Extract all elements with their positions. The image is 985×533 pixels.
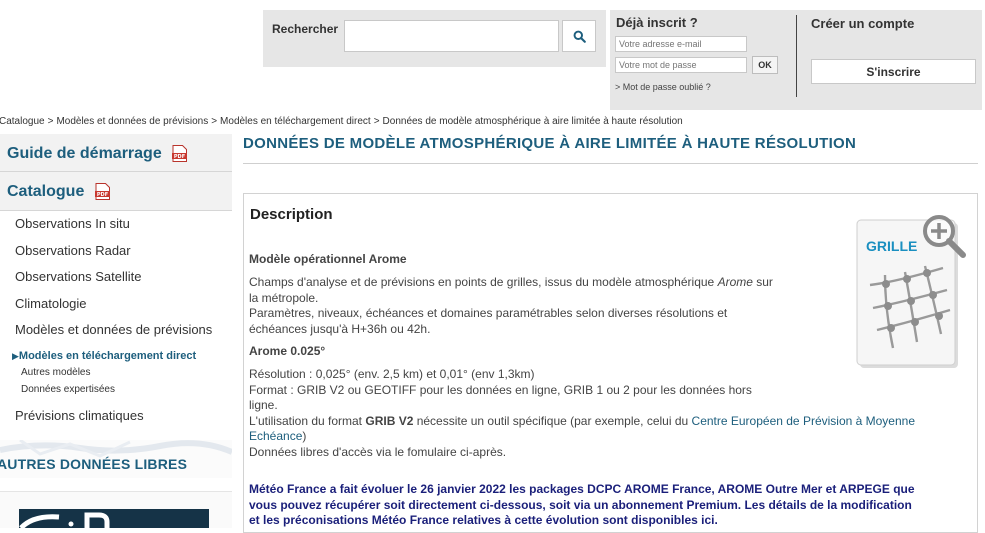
sidebar: Guide de démarrage PDF Catalogue PDF Obs… [0, 134, 232, 429]
breadcrumb-modeles[interactable]: Modèles et données de prévisions [56, 116, 208, 127]
sidebar-list: Observations In situ Observations Radar … [0, 211, 232, 429]
sidebar-guide[interactable]: Guide de démarrage PDF [0, 134, 232, 172]
libres-section: AUTRES DONNÉES LIBRES [0, 440, 232, 478]
title-divider [243, 163, 978, 164]
sidebar-active-label: Modèles en téléchargement direct [18, 349, 197, 362]
svg-text:PDF: PDF [97, 192, 108, 198]
sidebar-item-telechargement-direct[interactable]: ▶Modèles en téléchargement direct [0, 348, 232, 365]
breadcrumb-separator: > [47, 116, 54, 127]
login-title: Déjà inscrit ? [616, 15, 698, 30]
pdf-icon[interactable]: PDF [94, 183, 110, 201]
forgot-password-link[interactable]: > Mot de passe oublié ? [615, 82, 711, 92]
sidebar-item-in-situ[interactable]: Observations In situ [0, 211, 232, 238]
sidebar-catalogue[interactable]: Catalogue PDF [0, 172, 232, 211]
catalogue-label: Catalogue [7, 183, 85, 200]
promo-logo [19, 512, 110, 528]
promo-banner[interactable] [0, 491, 232, 528]
breadcrumb-separator: > [373, 116, 380, 127]
breadcrumb: Catalogue > Modèles et données de prévisio… [0, 116, 683, 127]
search-panel: Rechercher [263, 10, 606, 67]
search-input[interactable] [344, 20, 559, 52]
sidebar-subitem-autres-modeles[interactable]: Autres modèles [0, 365, 232, 382]
libres-title: AUTRES DONNÉES LIBRES [0, 456, 188, 472]
search-button[interactable] [562, 20, 596, 52]
ecmwf-link[interactable]: Centre Européen de Prévision à Moyenne [692, 414, 915, 428]
login-divider [796, 15, 797, 97]
description-title: Description [250, 206, 333, 223]
sidebar-subitem-donnees-expertisees[interactable]: Données expertisées [0, 382, 232, 399]
breadcrumb-separator: > [211, 116, 218, 127]
pdf-icon[interactable]: PDF [172, 145, 188, 163]
login-panel: Déjà inscrit ? OK > Mot de passe oublié … [610, 10, 982, 110]
login-ok-button[interactable]: OK [752, 56, 778, 74]
description-panel: Description Modèle opérationnel Arome Ch… [243, 193, 978, 533]
sidebar-item-radar[interactable]: Observations Radar [0, 238, 232, 265]
evolution-notice: Météo France a fait évoluer le 26 janvie… [249, 482, 915, 527]
search-label: Rechercher [272, 22, 339, 36]
breadcrumb-current: Données de modèle atmosphérique à aire l… [382, 116, 683, 127]
arome-heading: Arome 0.025° [249, 344, 326, 358]
sidebar-item-previsions-climatiques[interactable]: Prévisions climatiques [0, 403, 232, 429]
signup-button[interactable]: S'inscrire [811, 59, 976, 84]
page-title: DONNÉES DE MODÈLE ATMOSPHÉRIQUE À AIRE L… [243, 135, 857, 152]
model-paragraph: Champs d'analyse et de prévisions en poi… [249, 275, 773, 336]
breadcrumb-telechargement[interactable]: Modèles en téléchargement direct [220, 116, 371, 127]
create-account-title: Créer un compte [811, 16, 915, 31]
grille-label: GRILLE [866, 238, 917, 254]
ecmwf-link-cont[interactable]: Echéance [249, 429, 302, 443]
promo-image [19, 509, 209, 528]
grille-thumbnail[interactable]: GRILLE [855, 210, 971, 374]
sidebar-item-climatologie[interactable]: Climatologie [0, 291, 232, 318]
search-icon [573, 30, 586, 43]
guide-label: Guide de démarrage [7, 145, 162, 162]
model-heading: Modèle opérationnel Arome [249, 252, 407, 266]
active-arrow-icon: ▶ [12, 350, 19, 361]
password-field[interactable] [615, 57, 747, 73]
email-field[interactable] [615, 36, 747, 52]
breadcrumb-catalogue[interactable]: Catalogue [0, 116, 45, 127]
svg-text:PDF: PDF [174, 154, 185, 160]
sidebar-item-satellite[interactable]: Observations Satellite [0, 264, 232, 291]
sidebar-item-modeles[interactable]: Modèles et données de prévisions [0, 317, 232, 344]
arome-paragraph: Résolution : 0,025° (env. 2,5 km) et 0,0… [249, 367, 916, 459]
